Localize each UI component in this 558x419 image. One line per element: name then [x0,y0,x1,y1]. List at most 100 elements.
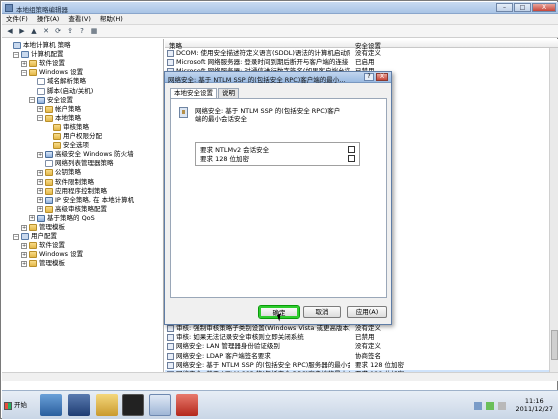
up-icon[interactable]: ▲ [29,27,39,36]
tree-node[interactable]: + 帐户策略 [37,105,81,114]
close-button[interactable]: X [532,3,556,12]
tree-node[interactable]: + IP 安全策略, 在 本地计算机 [37,196,134,205]
policy-setting: 要求 128 位加密 [355,360,405,369]
expand-icon[interactable]: + [37,169,43,176]
network-icon[interactable] [486,402,494,410]
expand-icon[interactable]: + [37,179,43,185]
list-item[interactable]: 审核: 如果无法记录安全审核则立即关闭系统 已禁用 [165,333,558,342]
policy-icon [179,107,188,118]
list-item[interactable]: 网络安全: LDAP 客户端签名要求 协商签名 [165,352,558,361]
tree-node[interactable]: 审核策略 [45,123,89,132]
tree-node[interactable]: + 基于策略的 QoS [29,214,95,223]
tree-node[interactable]: 安全选项 [45,141,89,150]
policy-setting: 没有定义 [355,342,381,351]
tree-node[interactable]: − 用户配置 [13,232,57,241]
folder-icon [29,260,37,268]
expand-icon[interactable]: + [37,106,43,113]
collapse-icon[interactable]: − [13,233,19,240]
tree-node[interactable]: + 软件设置 [21,59,65,68]
collapse-icon[interactable]: − [21,69,27,76]
expand-icon[interactable]: + [29,215,35,222]
dialog-close-button[interactable]: X [376,73,388,81]
tree-node[interactable]: + 软件设置 [21,241,65,250]
tree-node[interactable]: 脚本(启动/关机) [29,87,93,96]
document-icon [45,160,53,168]
cancel-button[interactable]: 取消 [303,306,341,318]
tab-explain[interactable]: 说明 [218,88,239,98]
expand-icon[interactable]: + [37,151,43,158]
expand-icon[interactable]: + [21,60,27,67]
explorer-icon[interactable] [96,394,118,416]
tree-node[interactable]: + 应用程序控制策略 [37,187,107,196]
tree-node[interactable]: 用户权限分配 [45,132,102,141]
tree-node-label: 网络列表管理器策略 [55,159,114,168]
server-manager-icon[interactable] [40,394,62,416]
option-ntlmv2-checkbox[interactable] [348,146,355,153]
forward-icon[interactable]: ▶ [17,27,27,36]
export-icon[interactable]: ⇪ [65,27,75,36]
tree-node[interactable]: + Windows 设置 [21,250,83,259]
list-item[interactable]: 审核: 强制审核策略子类别设置(Windows Vista 或更高版本) 没有定义 [165,324,558,333]
expand-icon[interactable]: + [21,260,27,267]
tree-node[interactable]: + 公钥策略 [37,168,81,177]
volume-icon[interactable] [498,402,506,410]
tree-node[interactable]: + 管理模板 [21,223,65,232]
maximize-button[interactable]: □ [514,3,531,12]
toolbox-icon[interactable] [176,394,198,416]
dialog-tabs: 本地安全设置 说明 [170,88,240,99]
folder-icon [45,178,53,186]
expand-icon[interactable]: + [37,188,43,195]
expand-icon[interactable]: + [21,224,27,231]
policy-setting: 没有定义 [355,49,381,57]
tree-node[interactable]: + 高级安全 Windows 防火墙 [37,150,134,159]
minimize-button[interactable]: – [496,3,513,12]
dialog-title-bar[interactable]: 网络安全: 基于 NTLM SSP 的(包括安全 RPC)客户端的最小... ?… [165,72,391,84]
window-title-bar[interactable]: 本地组策略编辑器 – □ X [2,2,558,14]
expand-icon[interactable]: + [37,206,43,213]
tree-node[interactable]: − Windows 设置 [21,68,83,77]
view-icon[interactable]: ▦ [89,27,99,36]
collapse-icon[interactable]: − [37,115,43,122]
vertical-scrollbar[interactable] [549,48,558,372]
refresh-icon[interactable]: ⟳ [53,27,63,36]
tree-node[interactable]: − 计算机配置 [13,50,64,59]
powershell-icon[interactable] [68,394,90,416]
tree-node[interactable]: + 软件限制策略 [37,178,94,187]
delete-icon[interactable]: ✕ [41,27,51,36]
tree-node[interactable]: + 高级审核策略配置 [37,205,107,214]
start-button[interactable]: 开始 [4,399,28,412]
cmd-icon[interactable] [122,394,144,416]
apply-button[interactable]: 应用(A) [347,306,387,318]
list-item[interactable]: DCOM: 使用安全描述符定义语言(SDDL)语法的计算机启动限制 没有定义 [165,49,558,58]
tree-node[interactable]: − 本地策略 [37,114,81,123]
tray-arrow-icon[interactable] [474,402,482,410]
collapse-icon[interactable]: − [13,51,19,58]
policy-tree[interactable]: 本地计算机 策略 − 计算机配置 + 软件设置 − Windows 设置 域名解析策略 脚本(启… [2,39,164,372]
menu-file[interactable]: 文件(F) [6,14,28,24]
dialog-help-button[interactable]: ? [364,73,374,81]
list-item[interactable]: 网络安全: LAN 管理器身份验证级别 没有定义 [165,342,558,351]
option-128bit-checkbox[interactable] [348,155,355,162]
expand-icon[interactable]: + [37,197,43,204]
clock[interactable]: 11:16 2011/12/27 [516,397,553,413]
help-icon[interactable]: ? [77,27,87,36]
expand-icon[interactable]: + [21,251,27,258]
scrollbar-thumb[interactable] [551,330,558,360]
menu-help[interactable]: 帮助(H) [100,14,123,24]
list-item[interactable]: 网络安全: 基于 NTLM SSP 的(包括安全 RPC)服务器的最小会话安全要… [165,361,558,370]
tree-node[interactable]: 本地计算机 策略 [5,41,71,50]
window-title: 本地组策略编辑器 [16,6,68,14]
tree-node-label: 高级审核策略配置 [55,204,107,213]
tree-node[interactable]: + 管理模板 [21,259,65,268]
tree-node[interactable]: 网络列表管理器策略 [37,159,114,168]
gpedit-taskbar-icon[interactable] [149,394,171,416]
collapse-icon[interactable]: − [29,97,35,104]
menu-action[interactable]: 操作(A) [37,14,60,24]
expand-icon[interactable]: + [21,242,27,249]
back-icon[interactable]: ◀ [5,27,15,36]
tree-node[interactable]: − 安全设置 [29,96,73,105]
security-icon [45,196,53,204]
tree-node[interactable]: 域名解析策略 [29,77,86,86]
list-item[interactable]: Microsoft 网络服务器: 登录时间到期后断开与客户端的连接 已启用 [165,58,558,67]
menu-view[interactable]: 查看(V) [68,14,91,24]
